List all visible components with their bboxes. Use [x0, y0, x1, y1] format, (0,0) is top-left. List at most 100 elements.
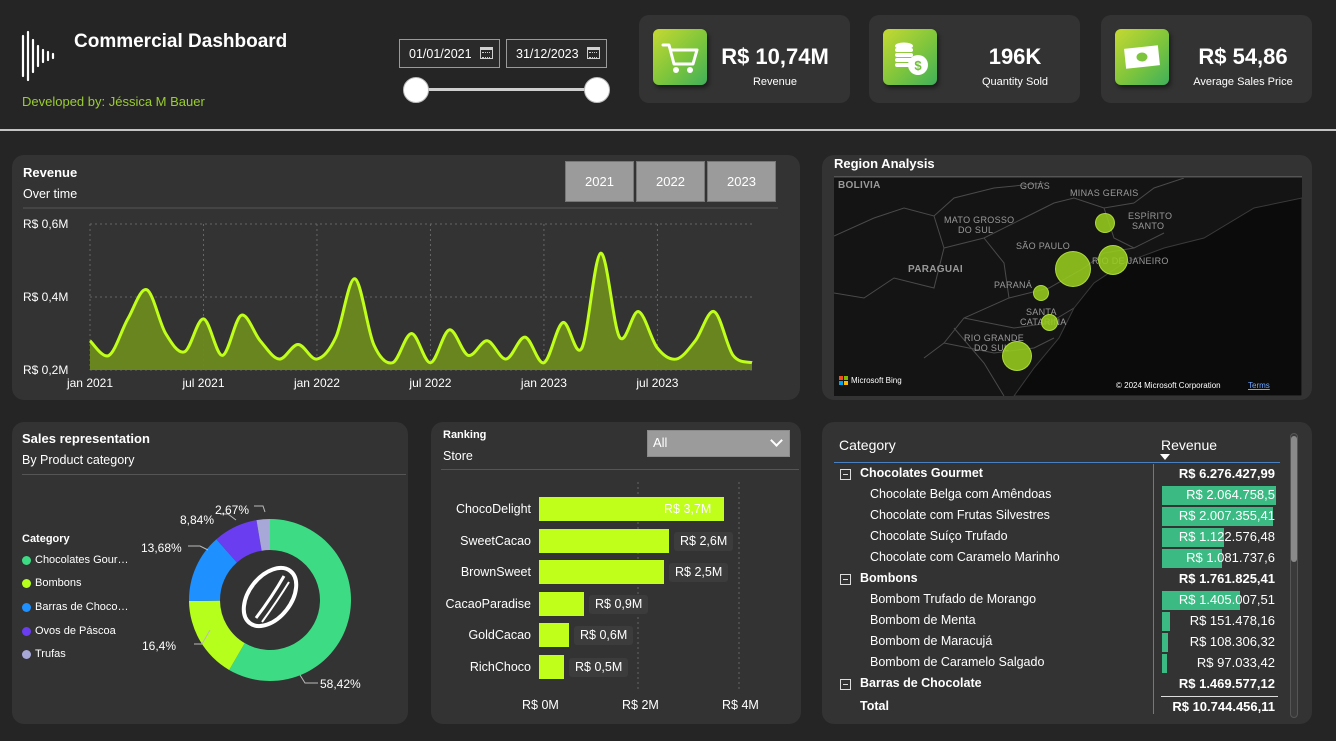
matrix-row-label: Bombom Trufado de Morango — [870, 592, 1037, 606]
store-label: CacaoParadise — [445, 596, 531, 611]
end-date-input[interactable]: 31/12/2023 — [506, 39, 607, 68]
revenue-area-chart[interactable]: R$ 0,2M R$ 0,4M R$ 0,6M jan 2021 jul 2021 jan… — [12, 205, 800, 400]
matrix-product-row: Bombom Trufado de Morango R$ 1.405.007,51 — [834, 590, 1280, 611]
kpi-revenue-label: Revenue — [752, 76, 798, 88]
cocoa-bean-icon — [241, 565, 299, 629]
matrix-row-value: R$ 151.478,16 — [1189, 613, 1275, 628]
matrix-row-label: Chocolate Belga com Amêndoas — [870, 487, 1052, 501]
x-tick-label: jan 2021 — [66, 376, 113, 390]
matrix-category-row[interactable]: Bombons R$ 1.761.825,41 — [834, 569, 1280, 590]
ranking-bar-label: R$ 2,6M — [674, 531, 734, 551]
calendar-icon[interactable] — [480, 47, 493, 59]
matrix-row-label: Chocolate Suíço Trufado — [870, 529, 1008, 543]
ranking-bar[interactable] — [539, 623, 569, 648]
legend-dot — [22, 555, 31, 565]
developer-credit: Developed by: Jéssica M Bauer — [22, 94, 205, 109]
ranking-bar[interactable] — [539, 528, 669, 553]
collapse-icon[interactable] — [840, 574, 851, 585]
collapse-icon[interactable] — [840, 469, 851, 480]
map-label-paraguai: PARAGUAI — [908, 264, 963, 275]
matrix-row-label: Bombons — [860, 571, 918, 585]
legend-label: Ovos de Páscoa — [35, 625, 116, 637]
donut-pct-bombons: 16,4% — [142, 639, 177, 653]
matrix-category-row[interactable]: Chocolates Gourmet R$ 6.276.427,99 — [834, 464, 1280, 485]
matrix-header-revenue[interactable]: Revenue — [1161, 437, 1217, 453]
matrix-row-value: R$ 108.306,32 — [1189, 634, 1275, 649]
map-bubble-santa-catarina[interactable] — [1041, 314, 1058, 331]
matrix-total-row: Total R$ 10.744.456,11 — [834, 697, 1280, 718]
matrix-total-label: Total — [860, 699, 889, 713]
legend-item-barras[interactable]: Barras de Choco… — [22, 601, 129, 613]
year-button-2022[interactable]: 2022 — [636, 161, 705, 202]
ranking-bar-label: R$ 0,6M — [574, 626, 634, 646]
map-terms-link[interactable]: Terms — [1248, 381, 1270, 390]
legend-item-bombons[interactable]: Bombons — [22, 577, 81, 589]
date-slider-end-handle[interactable] — [584, 77, 610, 103]
app-title: Commercial Dashboard — [74, 31, 288, 52]
map-bubble-rio-de-janeiro[interactable] — [1098, 245, 1128, 275]
matrix-header-category[interactable]: Category — [839, 437, 896, 453]
sort-descending-icon[interactable] — [1160, 453, 1170, 461]
ranking-bar[interactable] — [539, 560, 664, 585]
legend-dot — [22, 626, 31, 636]
category-donut-chart[interactable] — [180, 500, 370, 690]
donut-pct-chocolates-gourmet: 58,42% — [320, 677, 361, 691]
revenue-subtitle: Over time — [23, 187, 78, 201]
year-button-2023[interactable]: 2023 — [707, 161, 776, 202]
donut-pct-ovos: 8,84% — [180, 513, 215, 527]
map-label-goias: GOIÁS — [1020, 181, 1051, 191]
map-bubble-parana[interactable] — [1033, 285, 1049, 301]
ranking-x-tick: R$ 0M — [522, 698, 559, 712]
sales-rep-divider — [22, 474, 406, 475]
map-bubble-sao-paulo[interactable] — [1055, 251, 1091, 287]
x-tick-label: jan 2023 — [520, 376, 567, 390]
matrix-row-label: Bombom de Menta — [870, 613, 976, 627]
header-divider — [0, 129, 1336, 131]
region-title: Region Analysis — [834, 156, 935, 171]
legend-label: Bombons — [35, 577, 82, 589]
legend-item-ovos-de-pascoa[interactable]: Ovos de Páscoa — [22, 625, 116, 637]
calendar-icon[interactable] — [587, 47, 600, 59]
region-divider — [834, 176, 1302, 177]
date-slider-start-handle[interactable] — [403, 77, 429, 103]
map-boundaries — [834, 178, 1302, 396]
ranking-bar-label: R$ 0,9M — [589, 594, 649, 614]
date-range-slider-track[interactable] — [414, 88, 598, 91]
legend-item-trufas[interactable]: Trufas — [22, 648, 66, 660]
legend-title: Category — [22, 533, 70, 545]
revenue-data-bar — [1162, 633, 1168, 652]
bing-credit: Microsoft Bing — [839, 376, 902, 385]
map-label-parana: PARANÁ — [994, 280, 1033, 290]
map-label-minas-gerais: MINAS GERAIS — [1070, 188, 1139, 198]
sales-rep-subtitle: By Product category — [22, 453, 135, 467]
matrix-scroll-thumb[interactable] — [1291, 436, 1297, 562]
region-map[interactable]: BOLIVIA GOIÁS MINAS GERAIS ESPÍRITO SANT… — [834, 178, 1302, 396]
store-filter-dropdown[interactable]: All — [647, 430, 790, 457]
kpi-quantity-value: 196K — [988, 44, 1042, 69]
matrix-category-row[interactable]: Barras de Chocolate R$ 1.469.577,12 — [834, 674, 1280, 695]
matrix-product-row: Bombom de Maracujá R$ 108.306,32 — [834, 632, 1280, 653]
store-label: SweetCacao — [460, 533, 531, 548]
legend-item-chocolates-gourmet[interactable]: Chocolates Gour… — [22, 554, 129, 566]
store-label: GoldCacao — [468, 628, 531, 643]
chevron-down-icon — [770, 434, 783, 447]
revenue-title: Revenue — [23, 165, 78, 180]
shopping-cart-icon — [653, 29, 707, 85]
year-button-2021[interactable]: 2021 — [565, 161, 634, 202]
ranking-bar[interactable] — [539, 591, 584, 616]
ranking-x-tick: R$ 4M — [722, 698, 759, 712]
legend-label: Trufas — [35, 648, 66, 660]
coins-icon: $ — [883, 29, 937, 85]
matrix-row-label: Bombom de Caramelo Salgado — [870, 655, 1045, 669]
kpi-card-revenue: R$ 10,74M Revenue — [639, 15, 850, 103]
ranking-divider — [441, 469, 799, 470]
map-bubble-rio-grande-do-sul[interactable] — [1002, 341, 1032, 371]
start-date-input[interactable]: 01/01/2021 — [399, 39, 500, 68]
kpi-avg-price-label: Average Sales Price — [1193, 76, 1293, 88]
collapse-icon[interactable] — [840, 679, 851, 690]
legend-dot — [22, 649, 31, 659]
ranking-bar-label: R$ 0,5M — [569, 658, 629, 677]
ranking-bar[interactable] — [539, 655, 564, 679]
map-bubble-minas-gerais[interactable] — [1095, 213, 1115, 233]
ranking-subtitle: Store — [443, 449, 473, 463]
